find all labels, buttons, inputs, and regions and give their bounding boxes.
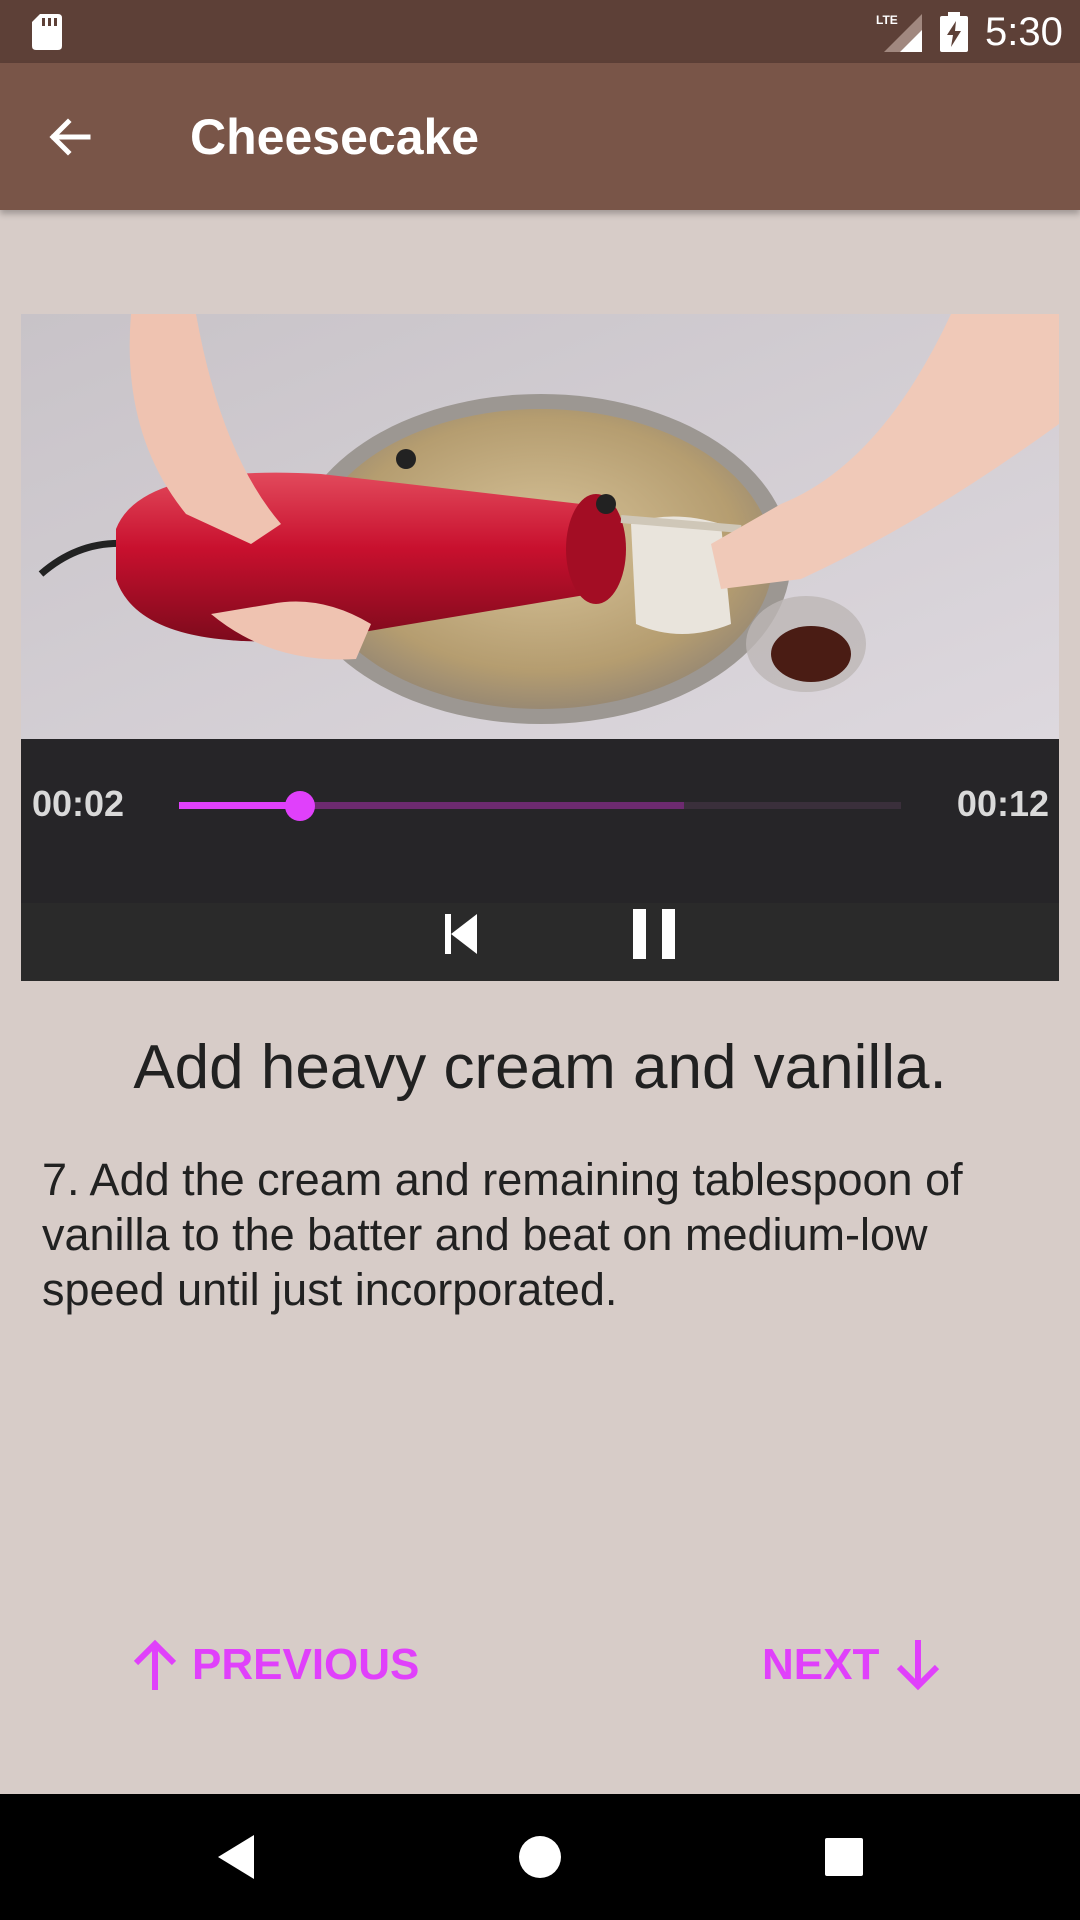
status-clock: 5:30 (985, 10, 1063, 54)
previous-label: PREVIOUS (192, 1640, 420, 1689)
next-label: NEXT (762, 1640, 880, 1689)
video-player[interactable]: 00:02 00:12 (21, 314, 1059, 981)
step-description: 7. Add the cream and remaining tablespoo… (42, 1154, 963, 1315)
skip-previous-icon[interactable] (421, 899, 491, 969)
seek-bar[interactable] (179, 788, 901, 822)
step-title: Add heavy cream and vanilla. (133, 1033, 947, 1102)
previous-button[interactable]: PREVIOUS (126, 1630, 419, 1700)
system-nav-bar (0, 1794, 1080, 1920)
next-button[interactable]: NEXT (762, 1630, 947, 1700)
nav-back-icon[interactable] (206, 1827, 266, 1887)
arrow-up-icon (133, 1639, 177, 1690)
nav-recents-icon[interactable] (814, 1827, 874, 1887)
status-bar: LTE 5:30 (0, 0, 1080, 63)
current-time: 00:02 (32, 783, 125, 824)
seek-progress (179, 802, 300, 809)
player-controls: 00:02 00:12 (21, 739, 1059, 981)
seek-thumb[interactable] (284, 791, 315, 821)
battery-charging-icon (940, 12, 968, 52)
page-title: Cheesecake (190, 109, 480, 165)
total-time: 00:12 (956, 783, 1049, 824)
lte-signal-icon: LTE (876, 13, 922, 52)
app-bar: Cheesecake (0, 63, 1080, 210)
button-row (21, 903, 1059, 981)
video-frame[interactable] (21, 314, 1059, 739)
network-label: LTE (876, 13, 898, 27)
pause-icon[interactable] (619, 899, 689, 969)
arrow-down-icon (897, 1640, 940, 1691)
sd-card-icon (32, 14, 62, 50)
nav-home-icon[interactable] (510, 1827, 570, 1887)
arrow-back-icon[interactable] (44, 111, 96, 163)
